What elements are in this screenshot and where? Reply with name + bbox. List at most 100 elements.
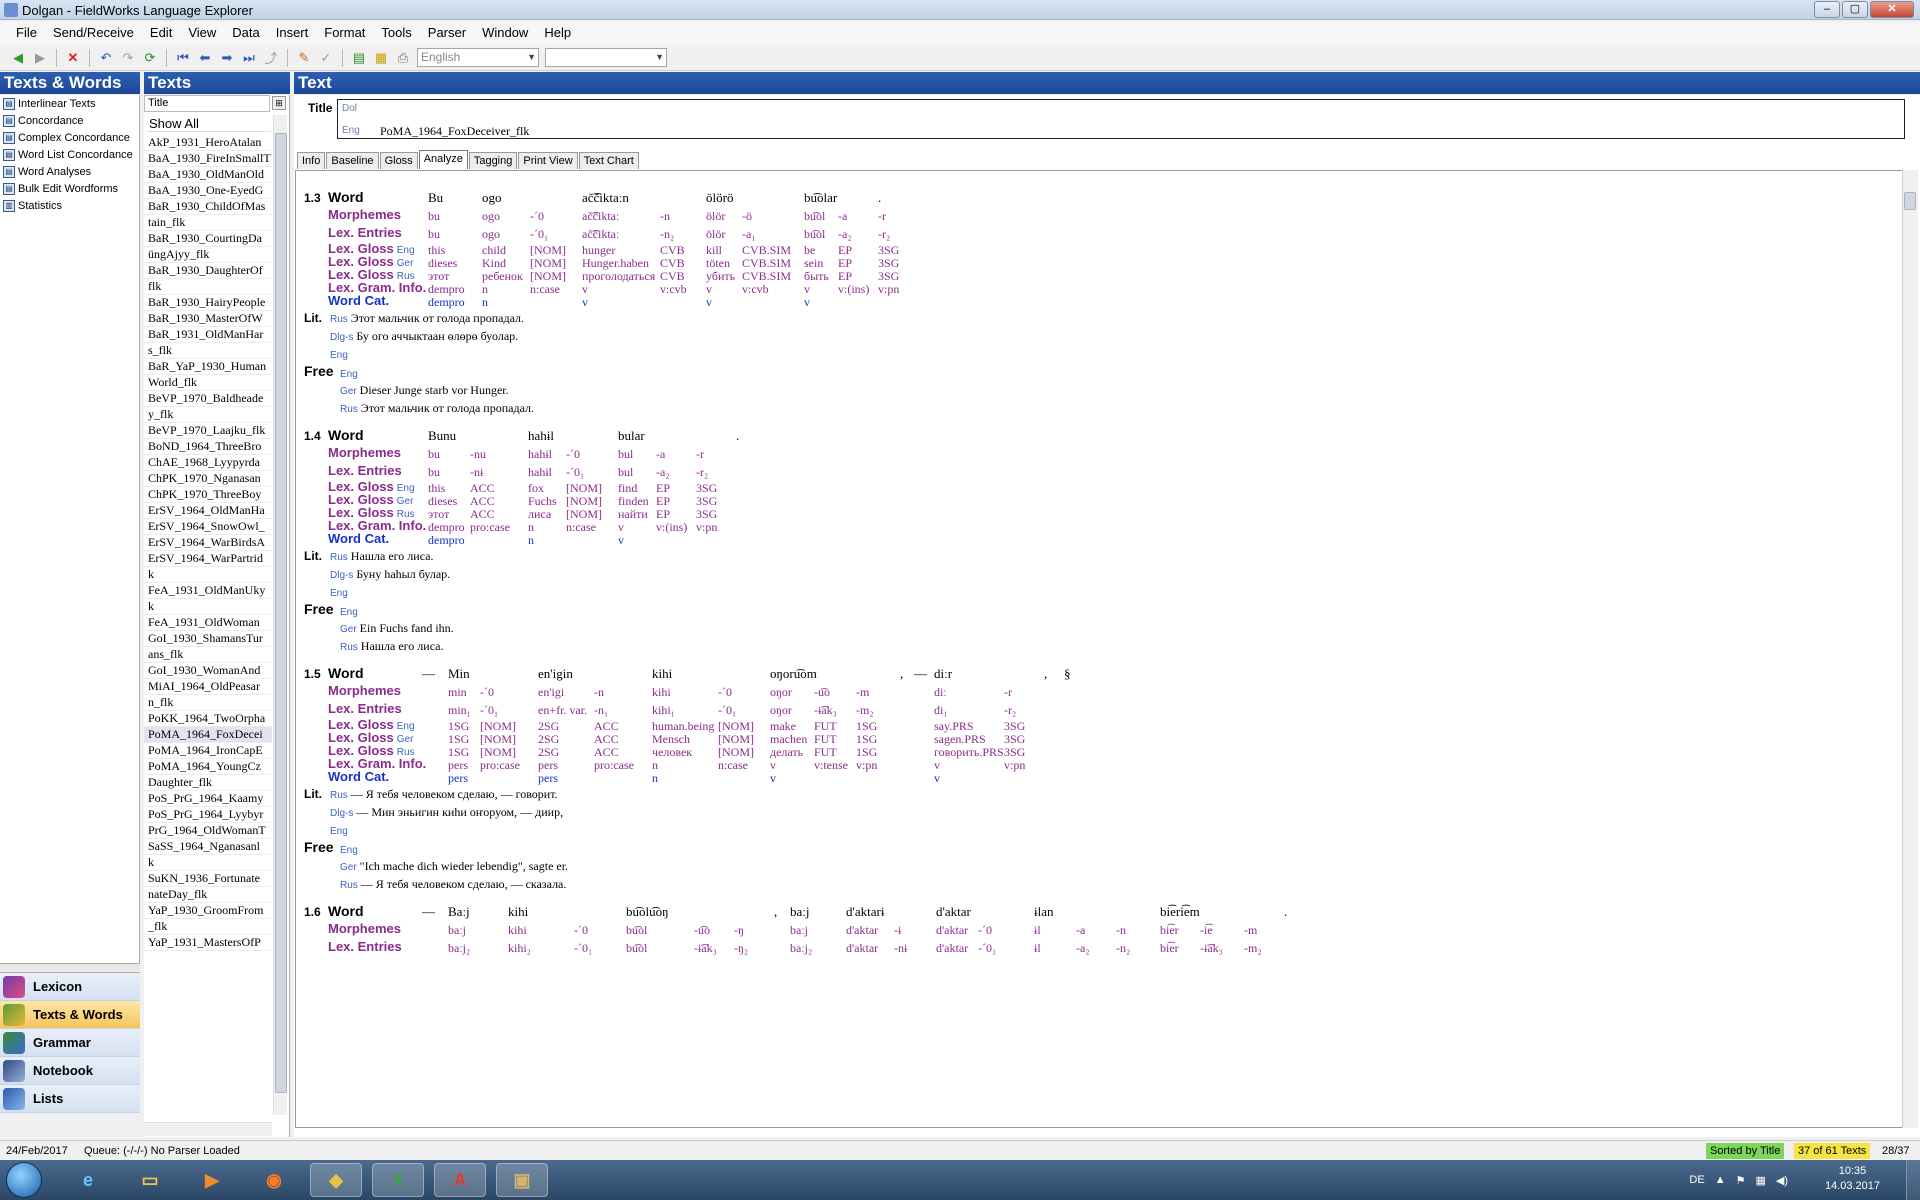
- analysis-cell-gloss-rus[interactable]: говорить.PRS: [934, 745, 1004, 760]
- analysis-cell-lex[interactable]: -ɨ͡ak₃: [1200, 941, 1223, 956]
- analysis-cell-lex[interactable]: -nɨ: [894, 941, 907, 956]
- analysis-cell-morph[interactable]: -r: [696, 447, 704, 462]
- analysis-cell-morph[interactable]: -u͡o: [694, 923, 710, 938]
- menu-view[interactable]: View: [180, 22, 224, 44]
- analysis-cell-lex[interactable]: -ˊ0₁: [566, 465, 584, 480]
- text-list-item[interactable]: BaR_YaP_1930_Human: [144, 359, 272, 375]
- analysis-cell-lex[interactable]: -nɨ: [470, 465, 483, 480]
- approve-icon[interactable]: ✎: [296, 50, 312, 66]
- text-list-item[interactable]: k: [144, 855, 272, 871]
- analysis-cell-lex[interactable]: -ɨ͡ak₃: [814, 703, 837, 718]
- analysis-cell-morph[interactable]: kihi: [652, 685, 671, 700]
- back-icon[interactable]: ◀: [10, 50, 26, 66]
- last-record-icon[interactable]: ⏭: [241, 50, 257, 66]
- text-list-item[interactable]: ChAE_1968_Lyypyrda: [144, 455, 272, 471]
- style-select[interactable]: ▼: [545, 48, 667, 67]
- analysis-cell-morph[interactable]: bu: [428, 447, 440, 462]
- text-list-item[interactable]: FeA_1931_OldWoman: [144, 615, 272, 631]
- analysis-cell-word[interactable]: Baːj: [448, 904, 470, 920]
- tab-baseline[interactable]: Baseline: [326, 152, 379, 169]
- analysis-cell-word[interactable]: bi͡eri͡em: [1160, 904, 1200, 920]
- analysis-cell-lex[interactable]: en+fr. var.: [538, 703, 587, 718]
- analysis-cell-lex[interactable]: ɨl: [1034, 941, 1041, 956]
- analysis-cell-morph[interactable]: ɨl: [1034, 923, 1041, 938]
- analysis-cell-lex[interactable]: ač͡čiktaː: [582, 227, 619, 242]
- tool-word-analyses[interactable]: ▤ Word Analyses: [0, 163, 139, 180]
- analysis-cell-word[interactable]: ,: [774, 904, 777, 920]
- analysis-cell-word[interactable]: ölörö: [706, 190, 733, 206]
- free-translation-eng[interactable]: Eng: [340, 842, 361, 857]
- analysis-cell-morph[interactable]: -a: [656, 447, 665, 462]
- text-list-item[interactable]: BeVP_1970_Baldheade: [144, 391, 272, 407]
- analysis-cell-lex[interactable]: ogo: [482, 227, 500, 242]
- texts-horizontal-scrollbar[interactable]: [144, 1122, 272, 1136]
- texts-vertical-scrollbar[interactable]: [273, 115, 287, 1115]
- analysis-cell-wcat[interactable]: dempro: [428, 533, 465, 548]
- minimize-button[interactable]: –: [1814, 1, 1840, 18]
- analysis-cell-gram[interactable]: v:cvb: [660, 282, 687, 297]
- text-list-item[interactable]: flk: [144, 279, 272, 295]
- analysis-cell-morph[interactable]: -u͡o: [814, 685, 830, 700]
- literal-translation-dlg[interactable]: Dlg-s Буну һаһыл булар.: [330, 567, 450, 582]
- analysis-cell-gram[interactable]: v:(ins): [838, 282, 869, 297]
- text-list-item[interactable]: BaR_1931_OldManHar: [144, 327, 272, 343]
- analysis-cell-lex[interactable]: ölör: [706, 227, 725, 242]
- tool-statistics[interactable]: ▥ Statistics: [0, 197, 139, 214]
- area-lists[interactable]: Lists: [0, 1085, 140, 1113]
- menu-send-receive[interactable]: Send/Receive: [45, 22, 142, 44]
- analysis-cell-wcat[interactable]: n: [528, 533, 534, 548]
- jump-icon[interactable]: ⤴: [263, 50, 279, 66]
- analysis-cell-word[interactable]: Min: [448, 666, 470, 682]
- redo-icon[interactable]: ↷: [120, 50, 136, 66]
- analysis-cell-word[interactable]: —: [422, 904, 435, 920]
- analysis-cell-morph[interactable]: -r: [1004, 685, 1012, 700]
- text-list-item[interactable]: Daughter_flk: [144, 775, 272, 791]
- free-translation-eng[interactable]: Eng: [340, 604, 361, 619]
- analysis-cell-word[interactable]: bular: [618, 428, 645, 444]
- tab-gloss[interactable]: Gloss: [379, 152, 418, 169]
- analysis-cell-word[interactable]: kihi: [652, 666, 672, 682]
- analysis-cell-morph[interactable]: -ˊ0: [978, 923, 992, 938]
- text-list-item[interactable]: BeVP_1970_Laajku_flk: [144, 423, 272, 439]
- analysis-cell-morph[interactable]: bi͡er: [1160, 923, 1179, 938]
- analysis-cell-morph[interactable]: -ö: [742, 209, 752, 224]
- analysis-cell-morph[interactable]: bul: [618, 447, 633, 462]
- analysis-cell-gloss-rus[interactable]: человек: [652, 745, 692, 760]
- analysis-cell-morph[interactable]: hahɨl: [528, 447, 552, 462]
- close-button[interactable]: ✕: [1870, 1, 1914, 18]
- volume-icon[interactable]: ◀): [1776, 1174, 1788, 1187]
- analysis-cell-morph[interactable]: baːj: [448, 923, 466, 938]
- text-list-item[interactable]: BaR_1930_DaughterOf: [144, 263, 272, 279]
- analysis-cell-morph[interactable]: bu͡ol: [804, 209, 825, 224]
- analysis-cell-word[interactable]: bu͡olar: [804, 190, 837, 206]
- analysis-cell-lex[interactable]: -n₂: [660, 227, 674, 242]
- analysis-cell-wcat[interactable]: v: [618, 533, 624, 548]
- text-list-item[interactable]: GoI_1930_ShamansTur: [144, 631, 272, 647]
- analysis-cell-wcat[interactable]: v: [706, 295, 712, 310]
- tool-bulk-edit-wordforms[interactable]: ▤ Bulk Edit Wordforms: [0, 180, 139, 197]
- text-list-item[interactable]: BaR_1930_HairyPeople: [144, 295, 272, 311]
- analysis-cell-morph[interactable]: -n: [594, 685, 604, 700]
- analysis-cell-morph[interactable]: kihi: [508, 923, 527, 938]
- text-list-item[interactable]: n_flk: [144, 695, 272, 711]
- text-list-item[interactable]: SaSS_1964_Nganasanl: [144, 839, 272, 855]
- analysis-cell-gram[interactable]: v:pn: [878, 282, 899, 297]
- firefox-icon[interactable]: ◉: [248, 1163, 300, 1197]
- text-list-item[interactable]: ChPK_1970_ThreeBoy: [144, 487, 272, 503]
- free-translation-ger[interactable]: Ger "Ich mache dich wieder lebendig", sag…: [340, 859, 568, 874]
- tool-word-list-concordance[interactable]: ▤ Word List Concordance: [0, 146, 139, 163]
- analysis-cell-word[interactable]: —: [914, 666, 927, 682]
- analysis-cell-wcat[interactable]: pers: [538, 771, 558, 786]
- analysis-cell-lex[interactable]: -a₂: [838, 227, 852, 242]
- text-list-item[interactable]: ErSV_1964_OldManHa: [144, 503, 272, 519]
- tab-analyze[interactable]: Analyze: [418, 150, 468, 169]
- text-list-item[interactable]: FeA_1931_OldManUky: [144, 583, 272, 599]
- analysis-cell-lex[interactable]: kihi₁: [652, 703, 675, 718]
- literal-translation-rus[interactable]: Rus Нашла его лиса.: [330, 549, 434, 564]
- menu-edit[interactable]: Edit: [142, 22, 180, 44]
- interlinear-view[interactable]: 1.3 Word Bu ogo ač͡čiktaːn ölörö bu͡olar. Morph…: [295, 170, 1903, 1128]
- action-center-icon[interactable]: ⚑: [1736, 1174, 1746, 1187]
- text-list-item[interactable]: GoI_1930_WomanAnd: [144, 663, 272, 679]
- tab-tagging[interactable]: Tagging: [468, 152, 518, 169]
- menu-insert[interactable]: Insert: [268, 22, 317, 44]
